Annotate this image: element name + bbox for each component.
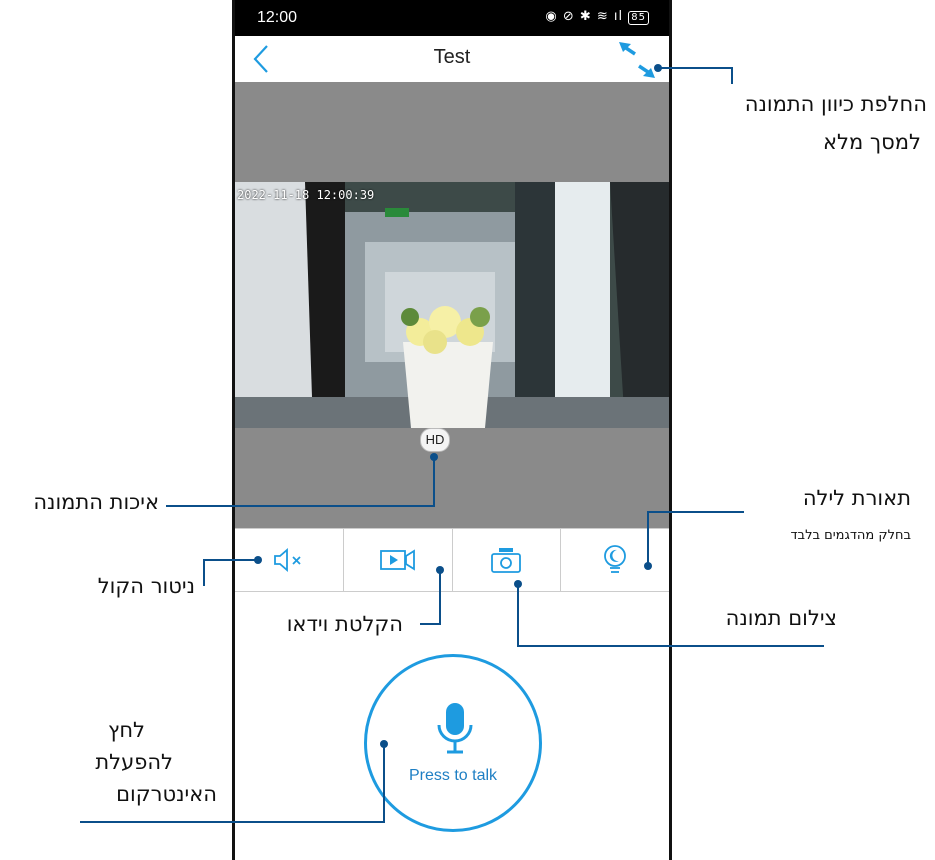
annotation-sound-monitor: ניטור הקול	[97, 574, 195, 598]
video-area[interactable]: 2022-11-18 12:00:39 HD	[235, 82, 669, 528]
snapshot-button[interactable]	[453, 529, 562, 591]
annotation-photo: צילום תמונה	[725, 606, 837, 630]
speaker-muted-icon	[273, 548, 301, 572]
nav-bar: Test	[235, 36, 669, 82]
phone-screen: 12:00 ◉ ⊘ ✱ ≋ ıl 85 Test 2022-11-18 12:0…	[232, 0, 672, 860]
night-light-button[interactable]	[561, 529, 669, 591]
annotation-image-quality: איכות התמונה	[33, 490, 159, 514]
camera-feed[interactable]: 2022-11-18 12:00:39	[235, 182, 669, 428]
press-to-talk-label: Press to talk	[408, 767, 498, 784]
rotate-fullscreen-button[interactable]	[617, 40, 657, 80]
bulb-moon-icon	[604, 545, 627, 573]
annotation-night-light-note: בחלק מהדגמים בלבד	[790, 528, 911, 543]
page-title: Test	[433, 46, 471, 68]
video-timestamp: 2022-11-18 12:00:39	[237, 188, 375, 202]
camera-feed-image	[235, 182, 669, 428]
status-icons: ◉ ⊘ ✱ ≋ ıl 85	[545, 9, 649, 25]
hd-quality-button[interactable]: HD	[420, 428, 450, 452]
status-bar: 12:00 ◉ ⊘ ✱ ≋ ıl 85	[235, 0, 669, 36]
microphone-icon	[437, 703, 473, 754]
video-record-button[interactable]	[344, 529, 453, 591]
annotation-press-line1: לחץ	[108, 718, 145, 742]
battery-icon: 85	[628, 11, 649, 25]
status-glyphs: ◉ ⊘ ✱ ≋ ıl	[545, 9, 624, 24]
annotation-fullscreen-line2: למסך מלא	[822, 130, 921, 154]
press-to-talk-button[interactable]: Press to talk	[364, 654, 542, 832]
status-time: 12:00	[257, 9, 298, 26]
annotation-night-light: תאורת לילה	[802, 486, 911, 510]
video-camera-icon	[379, 549, 415, 571]
annotation-press-line2: להפעלת	[95, 750, 173, 774]
annotation-press-line3: האינטרקום	[116, 782, 217, 806]
control-toolbar	[235, 528, 669, 592]
expand-arrows-icon	[619, 42, 655, 78]
annotation-video-record: הקלטת וידאו	[286, 612, 403, 636]
camera-icon	[491, 548, 522, 573]
annotation-fullscreen-line1: החלפת כיוון התמונה	[744, 92, 927, 116]
sound-monitor-button[interactable]	[235, 529, 344, 591]
